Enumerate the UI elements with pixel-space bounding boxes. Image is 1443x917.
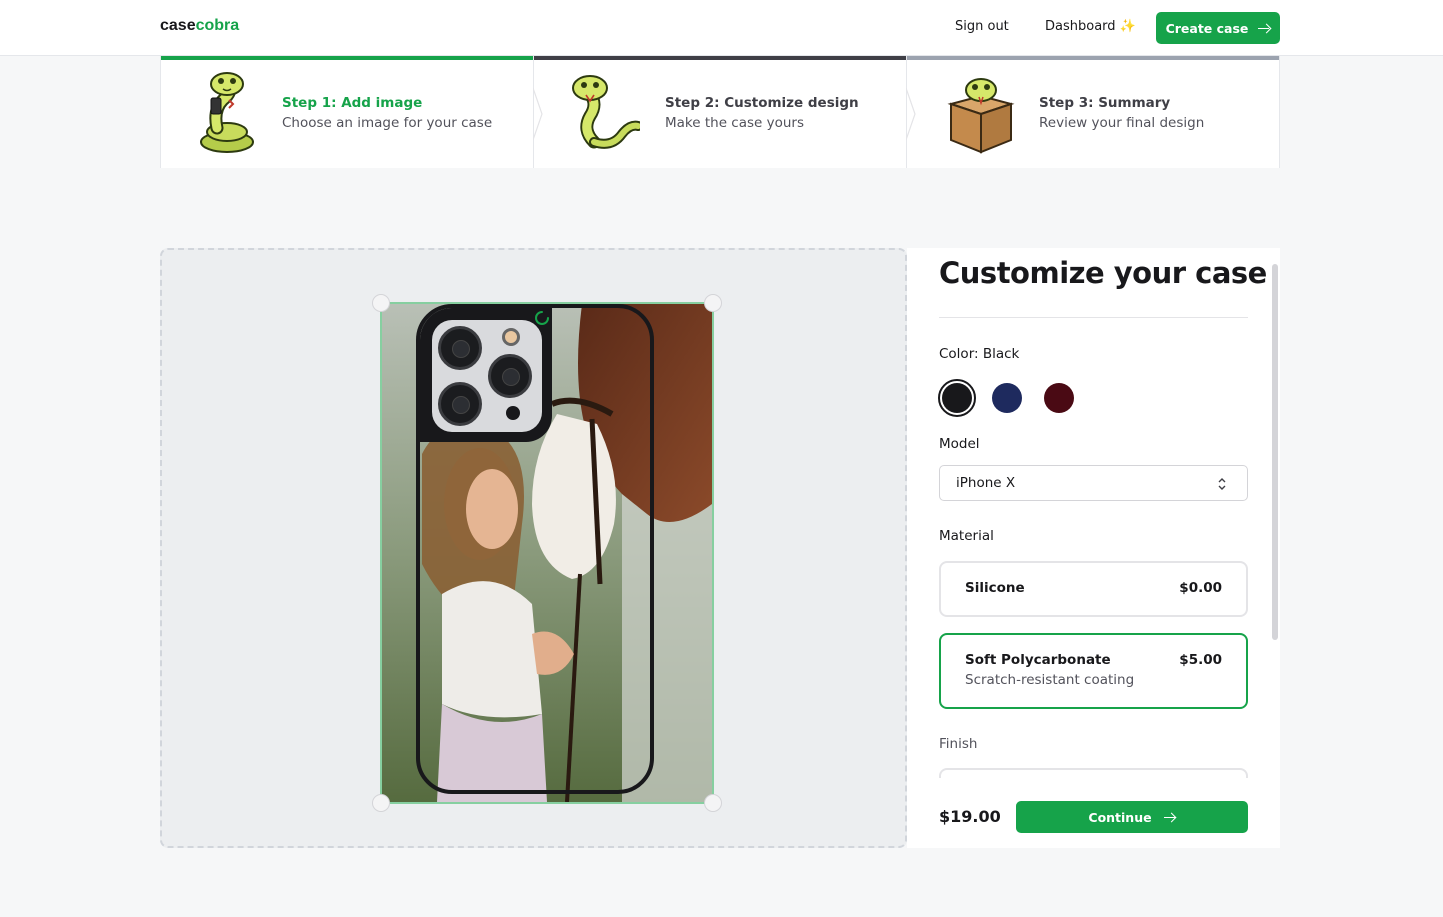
- model-select[interactable]: iPhone X: [939, 465, 1248, 501]
- logo[interactable]: casecobra: [160, 17, 239, 35]
- step-progress-bar: [161, 56, 533, 60]
- logo-suffix: cobra: [195, 17, 240, 34]
- phone-case-outline: [416, 304, 654, 794]
- snake-holding-phone-icon: [200, 72, 254, 153]
- color-dot: [992, 383, 1022, 413]
- step-text: Step 1: Add image Choose an image for yo…: [282, 93, 492, 133]
- flash-icon: [502, 328, 520, 346]
- camera-lens-icon: [488, 354, 532, 398]
- color-swatch-rose[interactable]: [1040, 379, 1078, 417]
- step-title: Step 3: Summary: [1039, 95, 1171, 111]
- continue-label: Continue: [1088, 809, 1152, 825]
- step-subtitle: Make the case yours: [665, 115, 805, 131]
- material-price: $5.00: [1179, 652, 1222, 668]
- step-text: Step 2: Customize design Make the case y…: [665, 93, 859, 133]
- snake-in-box-icon: [947, 78, 1015, 154]
- design-canvas[interactable]: [160, 248, 907, 848]
- camera-module: [420, 308, 552, 442]
- divider: [939, 317, 1248, 318]
- sign-out-link[interactable]: Sign out: [955, 19, 1009, 34]
- logo-prefix: case: [160, 17, 196, 34]
- model-label: Model: [939, 436, 980, 452]
- chevrons-up-down-icon: [1218, 478, 1226, 490]
- progress-steps: Step 1: Add image Choose an image for yo…: [160, 56, 1280, 168]
- sensor-icon: [506, 406, 520, 420]
- step-progress-bar: [907, 56, 1279, 60]
- loading-spinner-icon: [535, 311, 549, 325]
- color-label: Color: Black: [939, 346, 1020, 362]
- panel-scrollbar[interactable]: [1272, 264, 1278, 640]
- material-name: Soft Polycarbonate: [965, 652, 1111, 668]
- material-name: Silicone: [965, 580, 1025, 596]
- resize-handle-top-left[interactable]: [372, 294, 390, 312]
- material-price: $0.00: [1179, 580, 1222, 596]
- step-summary: Step 3: Summary Review your final design: [906, 56, 1279, 168]
- arrow-right-icon: [1163, 811, 1176, 823]
- create-case-label: Create case: [1165, 20, 1249, 36]
- resize-handle-top-right[interactable]: [704, 294, 722, 312]
- material-option-silicone[interactable]: Silicone $0.00: [939, 561, 1248, 617]
- dashboard-label: Dashboard: [1045, 19, 1116, 34]
- step-text: Step 3: Summary Review your final design: [1039, 93, 1204, 133]
- continue-button[interactable]: Continue: [1016, 801, 1248, 833]
- step-title: Step 2: Customize design: [665, 95, 859, 111]
- step-customize-design: Step 2: Customize design Make the case y…: [533, 56, 906, 168]
- create-case-button[interactable]: Create case: [1156, 12, 1280, 44]
- step-separator: [533, 88, 543, 140]
- sparkle-icon: ✨: [1119, 19, 1136, 34]
- material-option-soft-polycarbonate[interactable]: Soft Polycarbonate Scratch-resistant coa…: [939, 633, 1248, 709]
- total-price: $19.00: [939, 807, 1001, 826]
- color-dot: [1044, 383, 1074, 413]
- model-value: iPhone X: [956, 475, 1016, 491]
- image-resize-frame[interactable]: [372, 294, 722, 812]
- dashboard-link[interactable]: Dashboard ✨: [1045, 19, 1136, 34]
- step-subtitle: Choose an image for your case: [282, 115, 493, 131]
- color-swatch-blue[interactable]: [988, 379, 1026, 417]
- resize-handle-bottom-left[interactable]: [372, 794, 390, 812]
- panel-title: Customize your case: [939, 256, 1267, 290]
- step-subtitle: Review your final design: [1039, 115, 1205, 131]
- camera-lens-icon: [438, 382, 482, 426]
- arrow-right-icon: [1258, 22, 1270, 34]
- panel-footer: $19.00 Continue: [907, 778, 1280, 848]
- step-separator: [906, 88, 916, 140]
- step-add-image: Step 1: Add image Choose an image for yo…: [161, 56, 533, 168]
- finish-label: Finish: [939, 736, 978, 752]
- navbar: casecobra Sign out Dashboard ✨ Create cas…: [0, 0, 1443, 56]
- material-description: Scratch-resistant coating: [965, 672, 1135, 688]
- step-title: Step 1: Add image: [282, 95, 423, 111]
- camera-housing: [432, 320, 542, 432]
- color-dot: [942, 383, 972, 413]
- customize-panel: Customize your case Color: Black Model i…: [907, 248, 1280, 848]
- snake-mascot-icon: [572, 75, 640, 149]
- camera-lens-icon: [438, 326, 482, 370]
- material-label: Material: [939, 528, 994, 544]
- resize-handle-bottom-right[interactable]: [704, 794, 722, 812]
- step-progress-bar: [534, 56, 906, 60]
- color-swatch-black[interactable]: [938, 379, 976, 417]
